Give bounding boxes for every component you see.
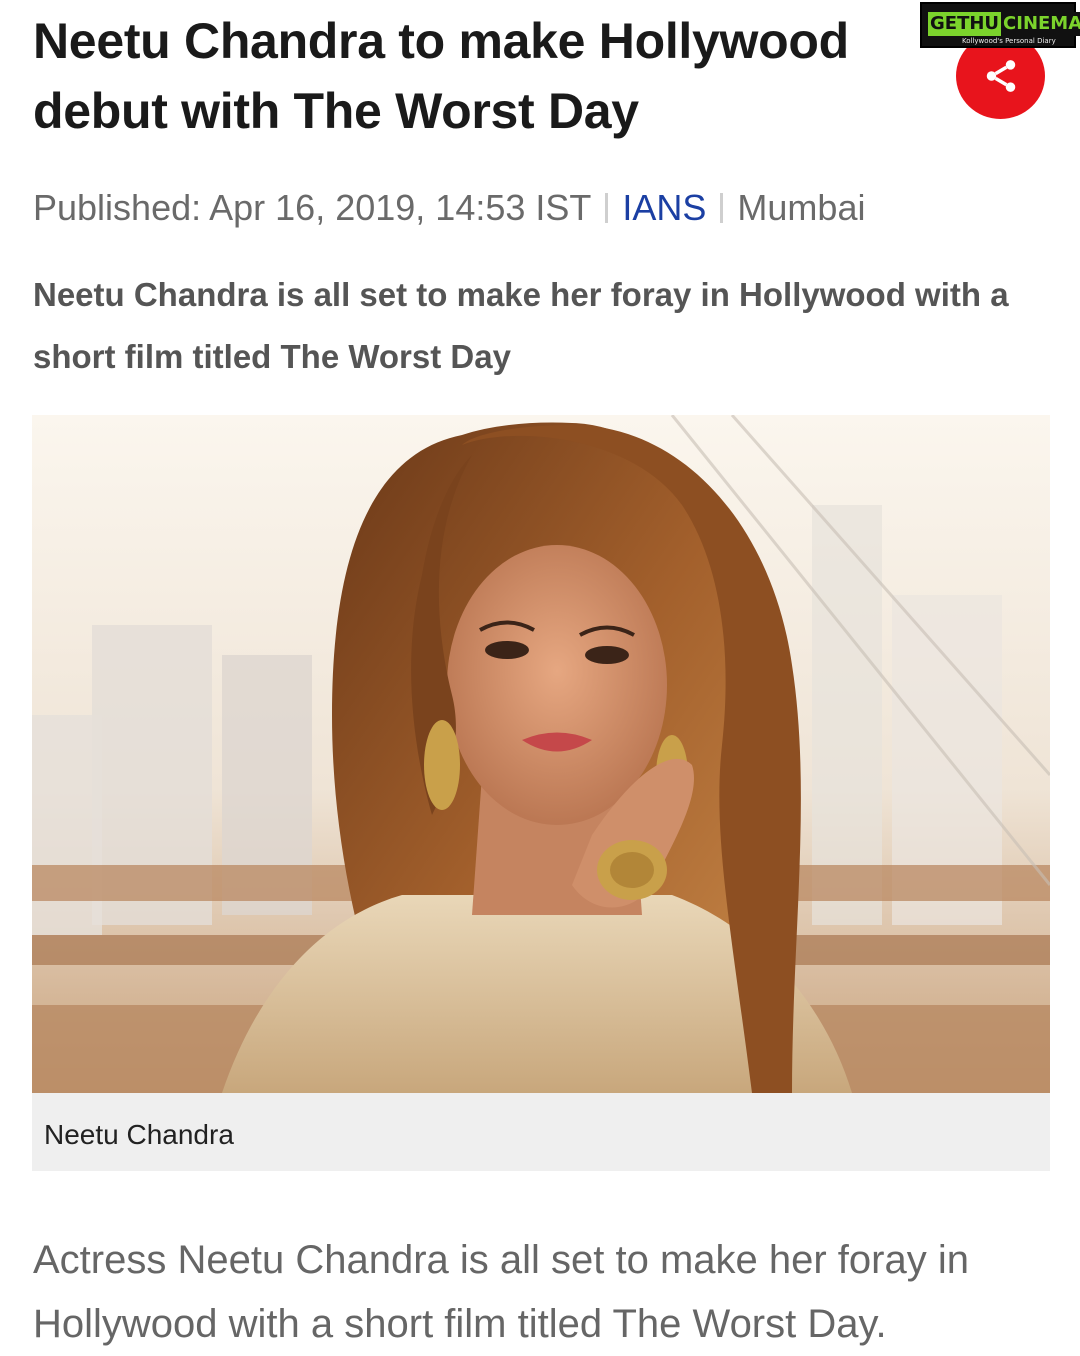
published-date: Published: Apr 16, 2019, 14:53 IST xyxy=(33,187,592,228)
meta-divider xyxy=(605,193,609,223)
watermark-brand-part2: CINEMA xyxy=(1001,12,1080,36)
article-headline: Neetu Chandra to make Hollywood debut wi… xyxy=(33,13,849,139)
article-summary: Neetu Chandra is all set to make her for… xyxy=(33,276,1009,375)
photo-caption: Neetu Chandra xyxy=(44,1119,234,1150)
share-icon xyxy=(986,60,1015,92)
article-body-paragraph: Actress Neetu Chandra is all set to make… xyxy=(33,1238,969,1346)
article-photo xyxy=(32,415,1050,1093)
location-text: Mumbai xyxy=(737,187,866,228)
article-meta: Published: Apr 16, 2019, 14:53 IST IANS Mu… xyxy=(33,184,865,232)
photo-caption-bar: Neetu Chandra xyxy=(32,1093,1050,1171)
watermark-brand-part1: GETHU xyxy=(928,12,1002,36)
meta-divider xyxy=(720,193,724,223)
watermark-tagline: Kollywood's Personal Diary xyxy=(962,37,1056,45)
agency-link[interactable]: IANS xyxy=(622,187,706,228)
watermark-logo: GETHU CINEMA Kollywood's Personal Diary xyxy=(920,2,1080,48)
